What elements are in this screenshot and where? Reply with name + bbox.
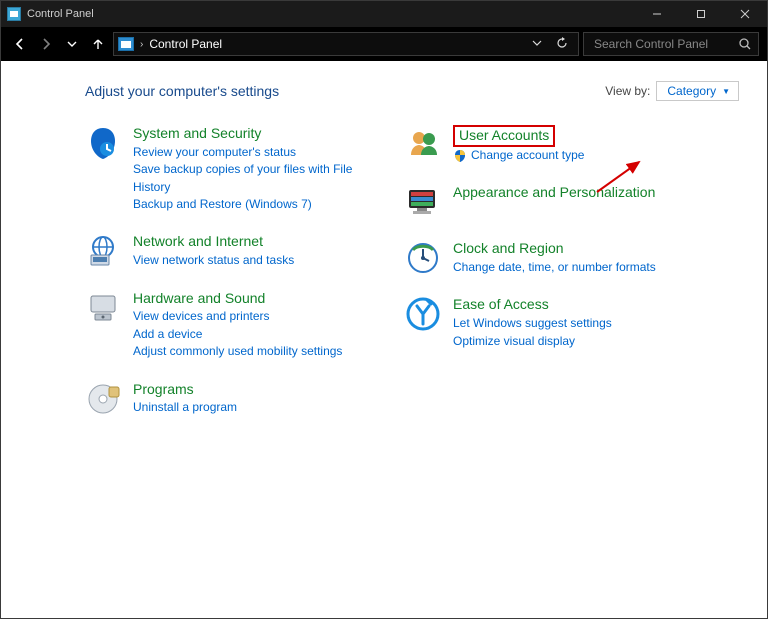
search-box[interactable] xyxy=(583,32,759,56)
category-title-user-accounts[interactable]: User Accounts xyxy=(459,127,549,143)
address-icon xyxy=(118,37,134,51)
shield-icon xyxy=(453,149,467,163)
category-body: Clock and Region Change date, time, or nu… xyxy=(453,240,656,276)
hardware-sound-icon xyxy=(85,290,121,326)
page-title: Adjust your computer's settings xyxy=(85,83,279,99)
category-user-accounts: User Accounts Change account type xyxy=(405,125,685,164)
category-clock-region: Clock and Region Change date, time, or nu… xyxy=(405,240,685,276)
category-network-internet: Network and Internet View network status … xyxy=(85,233,365,269)
window-controls xyxy=(635,1,767,27)
system-security-icon xyxy=(85,125,121,161)
control-panel-window: Control Panel › xyxy=(0,0,768,619)
category-title-appearance-personalization[interactable]: Appearance and Personalization xyxy=(453,184,655,201)
ease-of-access-icon xyxy=(405,296,441,332)
header-row: Adjust your computer's settings View by:… xyxy=(85,81,739,101)
category-body: Ease of Access Let Windows suggest settin… xyxy=(453,296,612,350)
category-link[interactable]: Review your computer's status xyxy=(133,144,365,161)
category-ease-of-access: Ease of Access Let Windows suggest settin… xyxy=(405,296,685,350)
highlight-box: User Accounts xyxy=(453,125,555,147)
category-link[interactable]: Change date, time, or number formats xyxy=(453,259,656,276)
category-link[interactable]: View network status and tasks xyxy=(133,252,294,269)
breadcrumb-chevron-icon[interactable]: › xyxy=(140,39,143,50)
category-link[interactable]: Backup and Restore (Windows 7) xyxy=(133,196,365,213)
up-button[interactable] xyxy=(87,33,109,55)
category-link[interactable]: Add a device xyxy=(133,326,342,343)
category-appearance-personalization: Appearance and Personalization xyxy=(405,184,685,220)
breadcrumb-item[interactable]: Control Panel xyxy=(149,37,222,51)
search-icon[interactable] xyxy=(738,37,752,54)
titlebar: Control Panel xyxy=(1,1,767,27)
category-body: Hardware and SoundView devices and print… xyxy=(133,290,342,361)
window-title: Control Panel xyxy=(27,8,94,20)
titlebar-left: Control Panel xyxy=(7,7,94,21)
category-link[interactable]: Change account type xyxy=(453,147,584,164)
category-title-clock-region[interactable]: Clock and Region xyxy=(453,240,656,257)
category-title-ease-of-access[interactable]: Ease of Access xyxy=(453,296,612,313)
search-input[interactable] xyxy=(592,36,751,52)
appearance-personalization-icon xyxy=(405,184,441,220)
category-link[interactable]: Uninstall a program xyxy=(133,399,237,416)
programs-icon xyxy=(85,381,121,417)
category-title-system-security[interactable]: System and Security xyxy=(133,125,365,142)
view-by-label: View by: xyxy=(605,84,650,98)
category-columns: System and Security Review your computer'… xyxy=(85,125,739,437)
address-right xyxy=(532,37,568,52)
category-body: System and Security Review your computer'… xyxy=(133,125,365,213)
user-accounts-icon xyxy=(405,125,441,161)
minimize-button[interactable] xyxy=(635,1,679,27)
address-bar[interactable]: › Control Panel xyxy=(113,32,579,56)
right-column: User Accounts Change account type Appearan… xyxy=(405,125,685,437)
view-by: View by: Category ▼ xyxy=(605,81,739,101)
refresh-button[interactable] xyxy=(556,37,568,52)
category-link[interactable]: View devices and printers xyxy=(133,308,342,325)
category-link[interactable]: Let Windows suggest settings xyxy=(453,315,612,332)
category-body: ProgramsUninstall a program xyxy=(133,381,237,417)
control-panel-icon xyxy=(7,7,21,21)
dropdown-triangle-icon: ▼ xyxy=(722,87,730,96)
content-area: Adjust your computer's settings View by:… xyxy=(1,61,767,618)
category-body: User Accounts Change account type xyxy=(453,125,584,164)
recent-locations-button[interactable] xyxy=(61,33,83,55)
network-internet-icon xyxy=(85,233,121,269)
left-column: System and Security Review your computer'… xyxy=(85,125,365,437)
close-button[interactable] xyxy=(723,1,767,27)
maximize-button[interactable] xyxy=(679,1,723,27)
clock-region-icon xyxy=(405,240,441,276)
category-body: Network and Internet View network status … xyxy=(133,233,294,269)
address-dropdown-icon[interactable] xyxy=(532,37,542,51)
category-body: Appearance and Personalization xyxy=(453,184,655,220)
category-link[interactable]: Optimize visual display xyxy=(453,333,612,350)
forward-button[interactable] xyxy=(35,33,57,55)
category-title-hardware-sound[interactable]: Hardware and Sound xyxy=(133,290,342,307)
category-programs: ProgramsUninstall a program xyxy=(85,381,365,417)
navbar: › Control Panel xyxy=(1,27,767,61)
category-hardware-sound: Hardware and SoundView devices and print… xyxy=(85,290,365,361)
view-by-value: Category xyxy=(667,84,716,98)
view-by-dropdown[interactable]: Category ▼ xyxy=(656,81,739,101)
category-title-programs[interactable]: Programs xyxy=(133,381,237,398)
category-title-network-internet[interactable]: Network and Internet xyxy=(133,233,294,250)
category-link[interactable]: Adjust commonly used mobility settings xyxy=(133,343,342,360)
back-button[interactable] xyxy=(9,33,31,55)
category-system-security: System and Security Review your computer'… xyxy=(85,125,365,213)
category-link[interactable]: Save backup copies of your files with Fi… xyxy=(133,161,365,196)
